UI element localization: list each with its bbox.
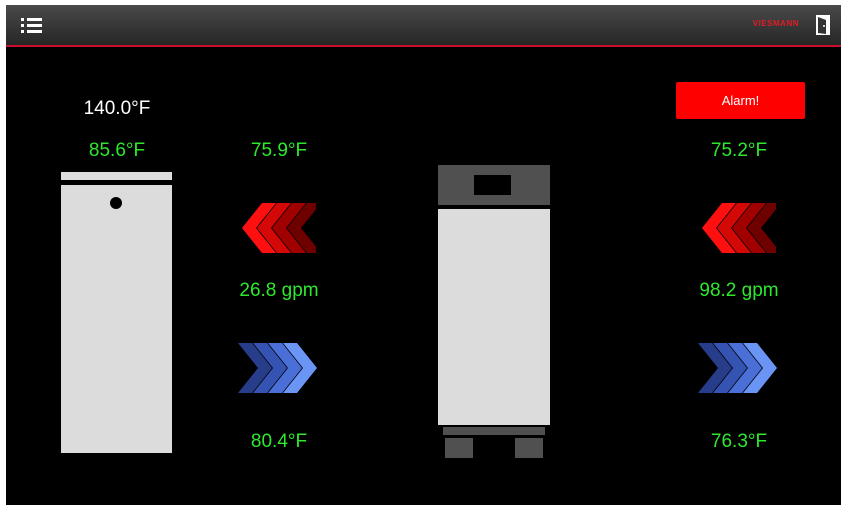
door-exit-icon <box>816 15 830 35</box>
list-menu-icon <box>21 18 42 33</box>
exit-button[interactable] <box>815 14 831 36</box>
tank-setpoint: 140.0°F <box>83 98 151 119</box>
loop1-flow: 26.8 gpm <box>239 280 319 301</box>
loop1-return-temp: 80.4°F <box>250 431 308 452</box>
red-chevrons-left-icon <box>242 203 316 253</box>
blue-chevrons-right-icon <box>238 343 317 393</box>
loop1-supply-temp: 75.9°F <box>250 140 308 161</box>
loop2-return-temp: 76.3°F <box>710 431 768 452</box>
tank-temperature: 85.6°F <box>88 140 146 161</box>
blue-chevrons-right-icon <box>698 343 777 393</box>
boiler-graphic <box>438 165 550 458</box>
loop2-flow: 98.2 gpm <box>699 280 779 301</box>
top-bar: VIESMANN <box>6 5 841 47</box>
storage-tank-graphic <box>61 172 172 453</box>
brand-logo: VIESMANN <box>752 19 799 28</box>
hmi-screen: VIESMANN 140.0°F 85.6°F 75.9°F 26.8 gpm … <box>6 5 841 505</box>
alarm-button[interactable]: Alarm! <box>676 82 805 119</box>
menu-button[interactable] <box>20 15 44 35</box>
red-chevrons-left-icon <box>702 203 776 253</box>
loop2-supply-temp: 75.2°F <box>710 140 768 161</box>
